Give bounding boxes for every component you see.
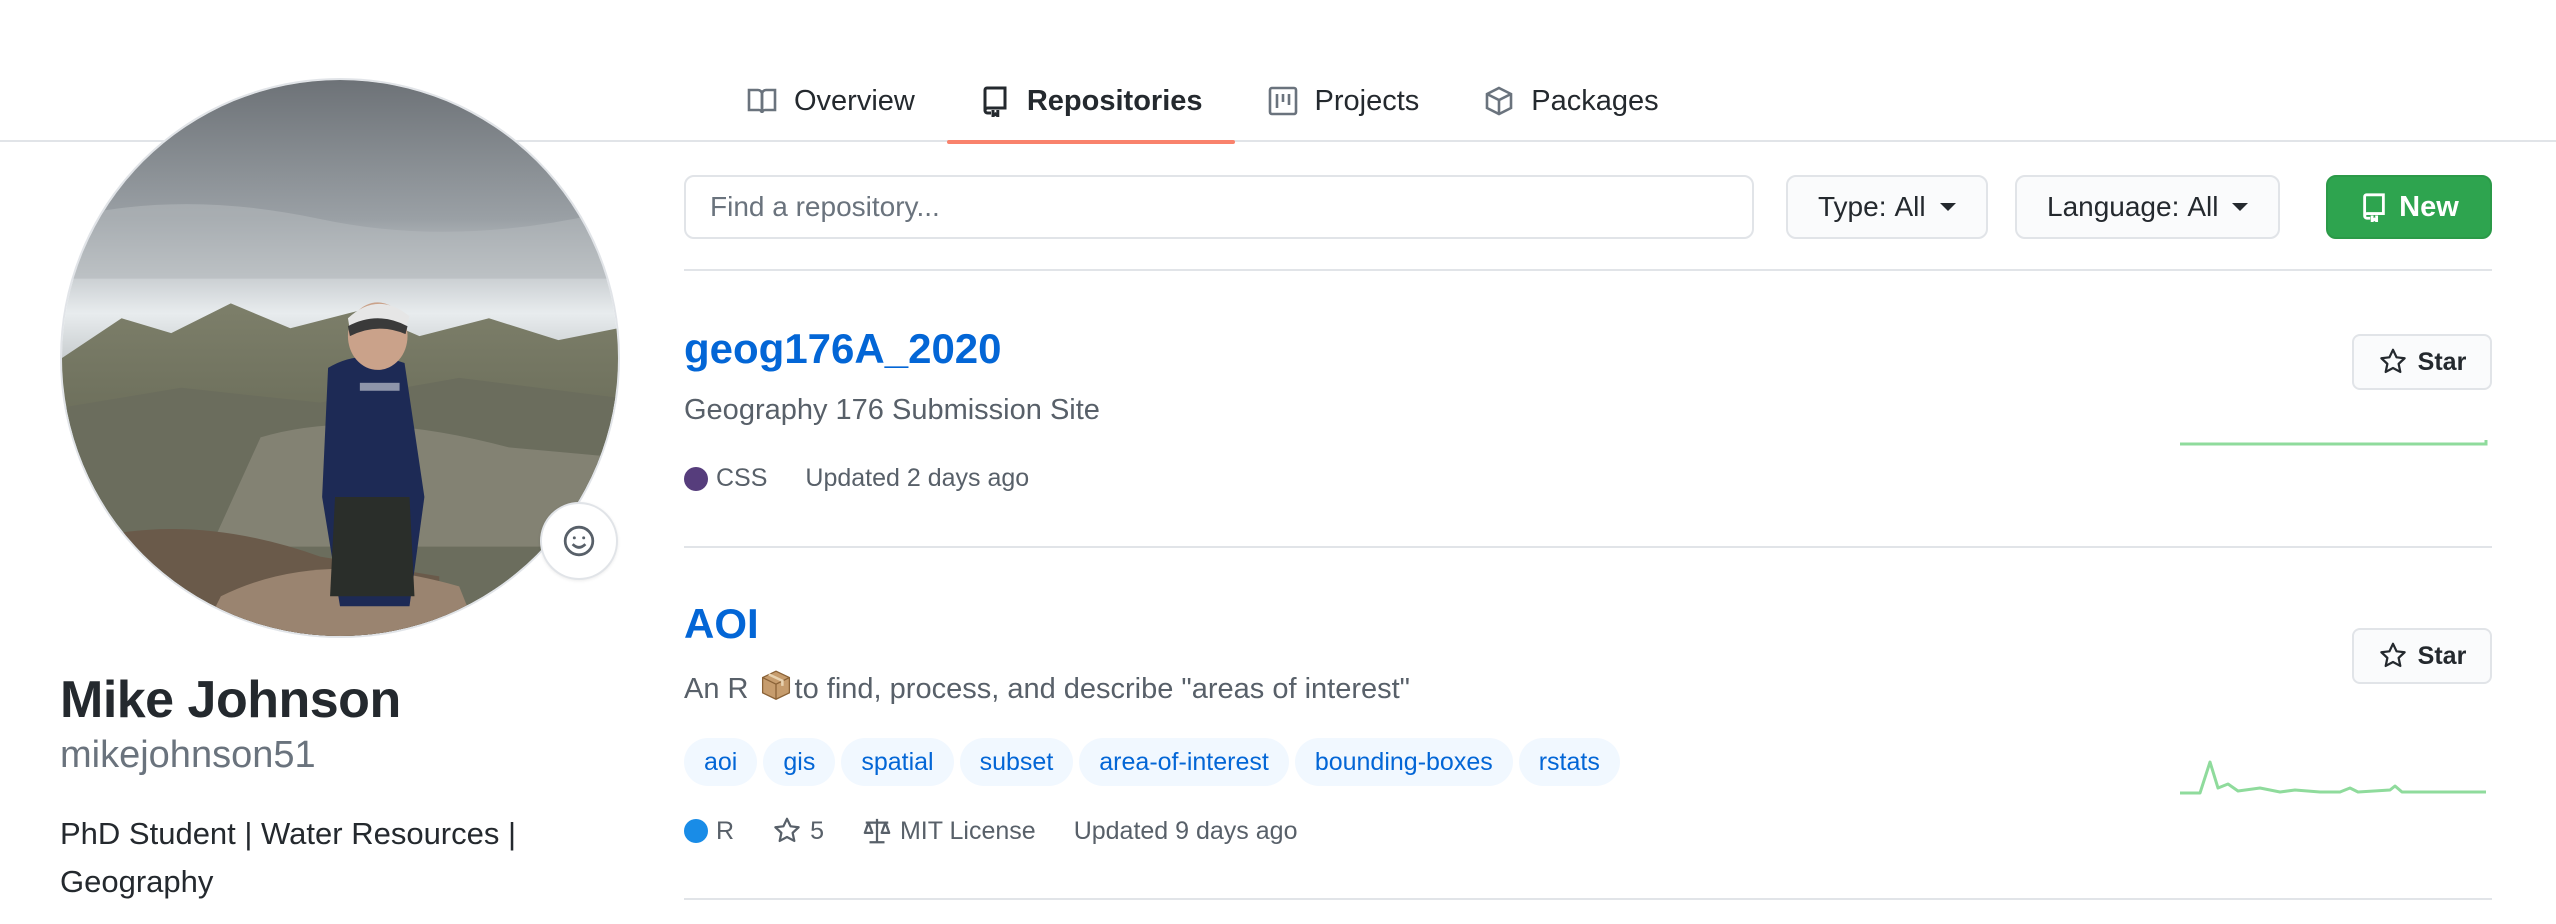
repo-language: R — [684, 817, 734, 846]
tab-packages[interactable]: Packages — [1451, 60, 1690, 142]
topic-tag[interactable]: aoi — [684, 738, 758, 786]
repo-stars-count: 5 — [810, 816, 824, 845]
star-icon — [2379, 348, 2406, 374]
repo-search-input[interactable] — [684, 175, 1754, 239]
repo-name-link[interactable]: AOI — [684, 600, 759, 648]
repo-language: CSS — [684, 464, 767, 493]
book-icon — [747, 88, 777, 114]
avatar-photo — [62, 80, 618, 636]
repo-topics: aoi gis spatial subset area-of-interest … — [684, 738, 1626, 786]
repo-description-start: An R — [684, 673, 749, 705]
topic-tag[interactable]: area-of-interest — [1079, 738, 1289, 786]
language-filter-value: All — [2187, 191, 2219, 222]
activity-sparkline — [2180, 440, 2488, 446]
type-filter-value: All — [1894, 191, 1926, 222]
repo-updated: Updated 2 days ago — [805, 464, 1030, 492]
repo-meta: CSS Updated 2 days ago — [684, 464, 1067, 493]
tab-repositories[interactable]: Repositories — [946, 60, 1235, 144]
type-filter-key: Type: — [1818, 191, 1887, 222]
tab-projects-label: Projects — [1314, 84, 1420, 117]
profile-bio: PhD Student | Water Resources | Geograph… — [60, 816, 517, 899]
smiley-icon — [563, 525, 595, 557]
divider — [684, 269, 2492, 271]
type-filter-dropdown[interactable]: Type: All — [1786, 175, 1988, 239]
repo-updated: Updated 9 days ago — [1073, 816, 1298, 845]
language-color-dot — [684, 466, 708, 491]
topic-tag[interactable]: bounding-boxes — [1294, 738, 1513, 786]
star-button[interactable]: Star — [2352, 334, 2492, 390]
activity-sparkline — [2180, 760, 2486, 795]
repo-name-link[interactable]: geog176A_2020 — [684, 325, 1002, 373]
tab-projects[interactable]: Projects — [1235, 60, 1452, 142]
new-repo-button[interactable]: New — [2326, 175, 2492, 239]
star-icon — [774, 817, 800, 843]
star-button[interactable]: Star — [2352, 628, 2492, 684]
caret-down-icon — [1939, 203, 1956, 211]
tab-list: Overview Repositories Projects Packages — [714, 60, 1691, 144]
repo-language-label: CSS — [716, 464, 768, 492]
repo-license: MIT License — [862, 816, 1036, 846]
divider — [684, 546, 2492, 548]
language-color-dot — [684, 819, 708, 843]
tab-packages-label: Packages — [1531, 84, 1659, 117]
profile-avatar-container — [60, 78, 620, 638]
tab-overview[interactable]: Overview — [714, 60, 947, 142]
topic-tag[interactable]: subset — [959, 738, 1074, 786]
project-icon — [1268, 86, 1297, 116]
repo-icon — [983, 86, 1007, 117]
star-icon — [2379, 642, 2406, 668]
tab-repositories-label: Repositories — [1026, 84, 1203, 117]
star-label: Star — [2417, 641, 2467, 670]
law-icon — [863, 818, 891, 844]
repo-license-label: MIT License — [899, 816, 1036, 845]
star-label: Star — [2417, 347, 2467, 376]
topic-tag[interactable]: spatial — [841, 738, 954, 786]
caret-down-icon — [2232, 203, 2249, 211]
repo-language-label: R — [716, 816, 735, 845]
repo-icon — [2363, 193, 2385, 222]
profile-fullname: Mike Johnson — [60, 671, 401, 729]
package-emoji-icon — [761, 670, 790, 700]
set-status-button[interactable] — [540, 502, 618, 580]
repo-description-end: to find, process, and describe "areas of… — [794, 673, 1410, 705]
repo-description: Geography 176 Submission Site — [684, 394, 1100, 426]
language-filter-dropdown[interactable]: Language: All — [2015, 175, 2281, 239]
language-filter-key: Language: — [2047, 191, 2180, 222]
repo-description: An R to find, process, and describe "are… — [684, 668, 1410, 706]
repo-stars-link[interactable]: 5 — [772, 816, 824, 846]
topic-tag[interactable]: rstats — [1518, 738, 1620, 786]
repo-meta: R 5 MIT License Updated 9 days ago — [684, 816, 1335, 846]
tab-overview-label: Overview — [794, 84, 915, 117]
package-icon — [1485, 86, 1513, 116]
new-repo-label: New — [2399, 190, 2459, 223]
avatar[interactable] — [60, 78, 620, 638]
divider — [684, 898, 2492, 900]
topic-tag[interactable]: gis — [763, 738, 836, 786]
profile-username: mikejohnson51 — [60, 734, 316, 776]
